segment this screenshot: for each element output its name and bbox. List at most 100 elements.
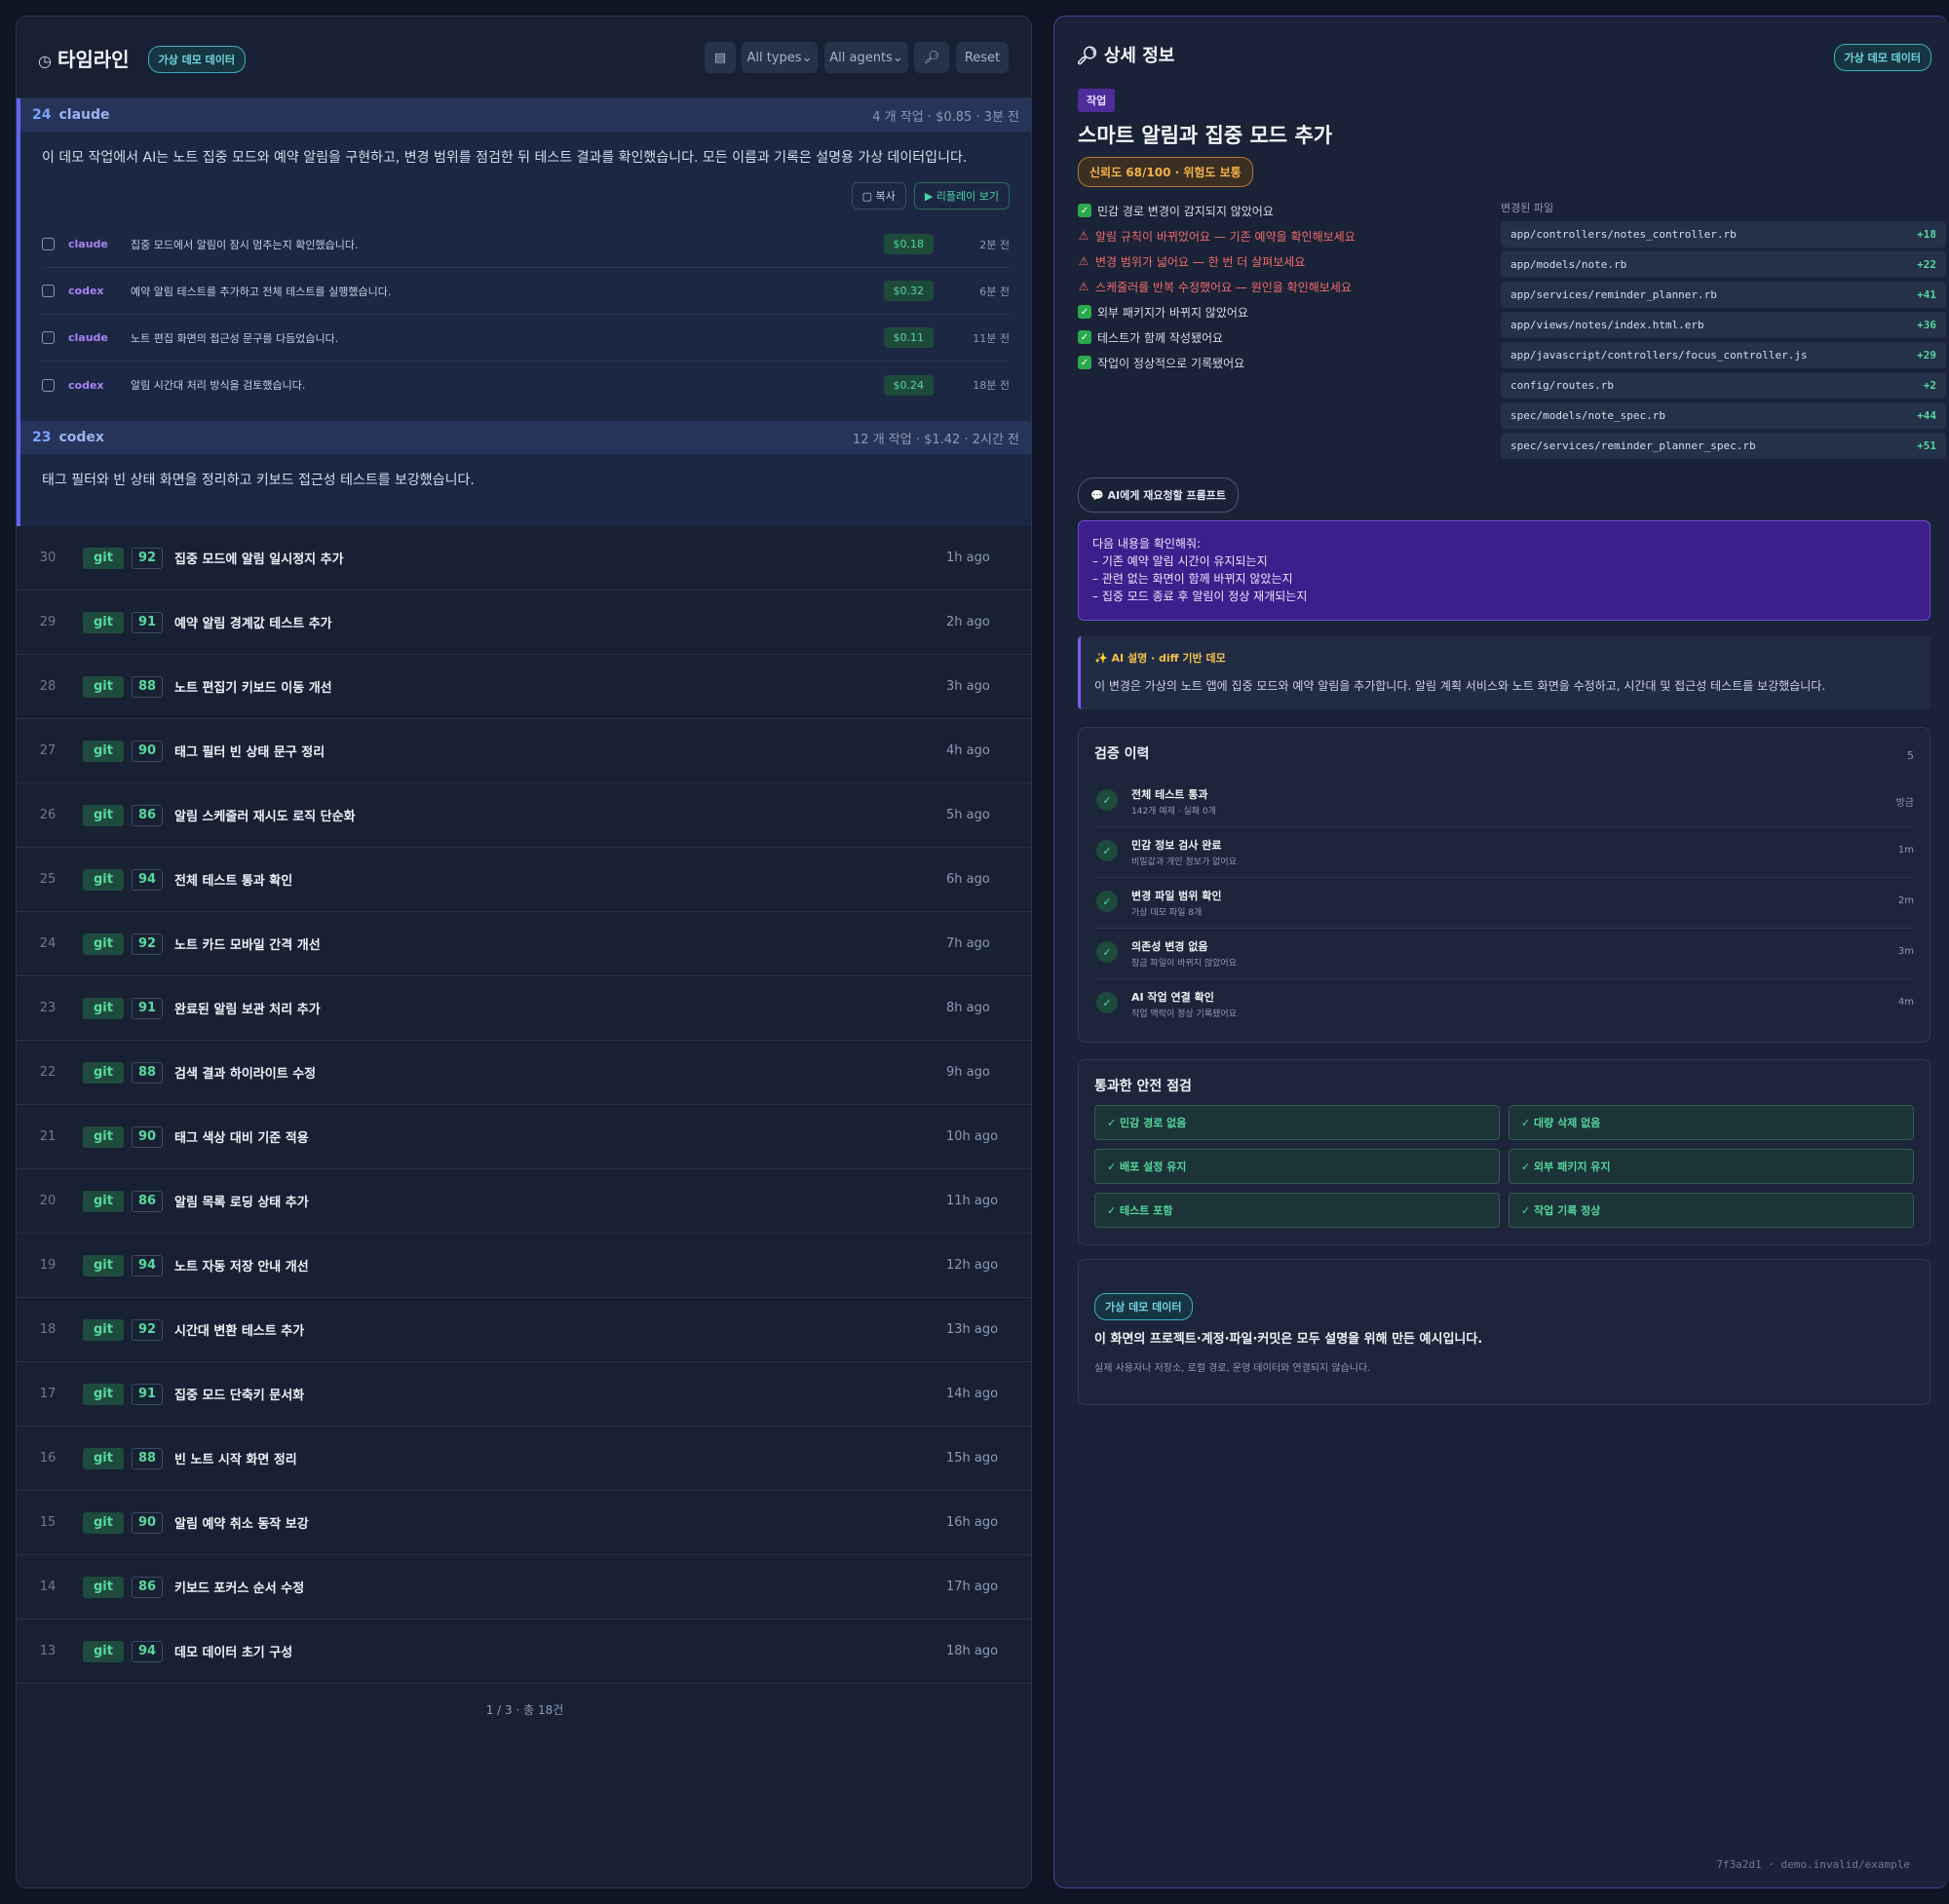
commit-row[interactable]: 26 git 86 알림 스케줄러 재시도 로직 단순화 5h ago [17, 783, 1031, 848]
session-card[interactable]: 24 claude 4 개 작업 · $0.85 · 3분 전 이 데모 작업에서… [17, 98, 1031, 421]
magnifier-icon: 🔎︎ [923, 50, 940, 65]
changed-file-row[interactable]: app/services/reminder_planner.rb +41 [1501, 282, 1946, 308]
session-number: 23 [32, 430, 52, 445]
commit-row[interactable]: 14 git 86 키보드 포커스 순서 수정 17h ago [17, 1555, 1031, 1619]
commit-row[interactable]: 30 git 92 집중 모드에 알림 일시정지 추가 1h ago [17, 526, 1031, 590]
risk-check-text: 테스트가 함께 작성됐어요 [1097, 330, 1224, 345]
source-badge: git [83, 547, 124, 569]
commit-row[interactable]: 29 git 91 예약 알림 경계값 테스트 추가 2h ago [17, 590, 1031, 655]
agent-filter-select[interactable]: All agents⌄ [824, 42, 908, 73]
commit-row[interactable]: 21 git 90 태그 색상 대비 기준 적용 10h ago [17, 1105, 1031, 1169]
score-badge: 92 [132, 1318, 163, 1341]
commit-row[interactable]: 25 git 94 전체 테스트 통과 확인 6h ago [17, 848, 1031, 912]
task-checkbox[interactable] [42, 331, 55, 344]
commit-row[interactable]: 19 git 94 노트 자동 저장 안내 개선 12h ago [17, 1234, 1031, 1298]
session-agent: codex [58, 430, 104, 445]
task-checkbox[interactable] [42, 285, 55, 297]
commit-row[interactable]: 17 git 91 집중 모드 단축키 문서화 14h ago [17, 1362, 1031, 1427]
task-row[interactable]: codex 예약 알림 테스트를 추가하고 전체 테스트를 실행했습니다. $0… [42, 268, 1010, 315]
commit-row[interactable]: 18 git 92 시간대 변환 테스트 추가 13h ago [17, 1298, 1031, 1362]
verification-count: 5 [1907, 749, 1914, 762]
verification-time: 3m [1897, 946, 1914, 957]
changed-file-row[interactable]: config/routes.rb +2 [1501, 372, 1946, 399]
commit-number: 17 [39, 1387, 57, 1401]
commit-number: 26 [39, 808, 57, 822]
score-badge: 94 [132, 1640, 163, 1662]
session-header: 24 claude 4 개 작업 · $0.85 · 3분 전 [20, 98, 1031, 132]
commit-time: 9h ago [946, 1065, 990, 1080]
source-badge: git [83, 1447, 124, 1469]
commit-title: 시간대 변환 테스트 추가 [174, 1324, 305, 1339]
file-path: app/views/notes/index.html.erb [1510, 319, 1704, 331]
commit-list: 30 git 92 집중 모드에 알림 일시정지 추가 1h ago 29 git 91 예약 … [17, 526, 1031, 1684]
commit-row[interactable]: 15 git 90 알림 예약 취소 동작 보강 16h ago [17, 1491, 1031, 1555]
risk-check-item: ⚠ 변경 범위가 넓어요 — 한 번 더 살펴보세요 [1078, 248, 1487, 274]
commit-number: 13 [39, 1644, 57, 1658]
score-badge: 86 [132, 804, 163, 826]
reset-button[interactable]: Reset [956, 42, 1009, 73]
verification-title: 검증 이력 [1094, 746, 1150, 762]
changed-files-label: 변경된 파일 [1501, 202, 1554, 214]
verification-sub: 비밀값과 개인 정보가 없어요 [1131, 857, 1237, 867]
task-row[interactable]: claude 노트 편집 화면의 접근성 문구를 다듬었습니다. $0.11 1… [42, 315, 1010, 362]
session-description: 태그 필터와 빈 상태 화면을 정리하고 키보드 접근성 테스트를 보강했습니다… [42, 473, 475, 488]
commit-time: 2h ago [946, 615, 990, 629]
changed-file-row[interactable]: spec/services/reminder_planner_spec.rb +5… [1501, 433, 1946, 459]
verification-row: ✓ 민감 정보 검사 완료 비밀값과 개인 정보가 없어요 1m [1094, 827, 1914, 878]
score-badge: 94 [132, 868, 163, 891]
changed-file-row[interactable]: app/javascript/controllers/focus_control… [1501, 342, 1946, 368]
session-description: 이 데모 작업에서 AI는 노트 집중 모드와 예약 알림을 구현하고, 변경 … [42, 150, 968, 166]
replay-button[interactable]: ▶ 리플레이 보기 [913, 182, 1010, 209]
commit-row[interactable]: 27 git 90 태그 필터 빈 상태 문구 정리 4h ago [17, 719, 1031, 783]
commit-time: 6h ago [946, 872, 990, 887]
score-badge: 88 [132, 1061, 163, 1084]
check-icon: ✓ [1078, 305, 1091, 319]
pagination[interactable]: 1 / 3 · 총 18건 [17, 1701, 1031, 1718]
task-checkbox[interactable] [42, 238, 55, 250]
commit-number: 16 [39, 1451, 57, 1466]
changed-file-row[interactable]: app/views/notes/index.html.erb +36 [1501, 312, 1946, 338]
work-tag: 작업 [1078, 89, 1116, 112]
commit-number: 23 [39, 1001, 57, 1015]
check-circle-icon: ✓ [1096, 840, 1118, 861]
list-view-button[interactable]: ▤ [705, 42, 736, 73]
commit-row[interactable]: 22 git 88 검색 결과 하이라이트 수정 9h ago [17, 1041, 1031, 1105]
task-agent: codex [68, 378, 104, 392]
commit-title: 데모 데이터 초기 구성 [174, 1646, 293, 1660]
score-badge: 86 [132, 1576, 163, 1598]
list-icon: ▤ [713, 50, 727, 65]
commit-row[interactable]: 24 git 92 노트 카드 모바일 간격 개선 7h ago [17, 912, 1031, 976]
type-filter-select[interactable]: All types⌄ [742, 42, 818, 73]
changed-file-row[interactable]: spec/models/note_spec.rb +44 [1501, 402, 1946, 429]
session-card[interactable]: 23 codex 12 개 작업 · $1.42 · 2시간 전 태그 필터와 빈… [17, 421, 1031, 526]
commit-row[interactable]: 23 git 91 완료된 알림 보관 처리 추가 8h ago [17, 976, 1031, 1041]
session-meta: 12 개 작업 · $1.42 · 2시간 전 [853, 432, 1019, 447]
task-row[interactable]: codex 알림 시간대 처리 방식을 검토했습니다. $0.24 18분 전 [42, 362, 1010, 408]
risk-check-text: 외부 패키지가 바뀌지 않았어요 [1097, 305, 1248, 320]
commit-number: 18 [39, 1322, 57, 1337]
reprompt-text[interactable]: 다음 내용을 확인해줘: – 기존 예약 알림 시간이 유지되는지 – 관련 없는 … [1078, 520, 1930, 621]
copy-button[interactable]: ▢ 복사 [851, 182, 906, 209]
source-badge: git [83, 675, 124, 698]
task-checkbox[interactable] [42, 378, 55, 392]
changed-file-row[interactable]: app/controllers/notes_controller.rb +18 [1501, 221, 1946, 248]
commit-row[interactable]: 20 git 86 알림 목록 로딩 상태 추가 11h ago [17, 1169, 1031, 1234]
commit-row[interactable]: 16 git 88 빈 노트 시작 화면 정리 15h ago [17, 1427, 1031, 1491]
commit-time: 4h ago [946, 743, 990, 758]
risk-check-item: ✓ 테스트가 함께 작성됐어요 [1078, 324, 1487, 350]
risk-check-list: ✓ 민감 경로 변경이 감지되지 않았어요 ⚠ 알림 규칙이 바뀌었어요 — 기존 예… [1078, 198, 1487, 375]
detail-panel: 🔎︎ 상세 정보 가상 데모 데이터 작업 스마트 알림과 집중 모드 추가 신뢰… [1053, 16, 1949, 1888]
task-agent: claude [68, 238, 108, 250]
search-button[interactable]: 🔎︎ [914, 42, 949, 73]
commit-number: 24 [39, 936, 57, 951]
commit-title: 태그 색상 대비 기준 적용 [174, 1131, 309, 1146]
reprompt-button[interactable]: 💬 AI에게 재요청할 프롬프트 [1078, 477, 1239, 513]
commit-title: 노트 카드 모바일 간격 개선 [174, 938, 321, 953]
commit-row[interactable]: 28 git 88 노트 편집기 키보드 이동 개선 3h ago [17, 655, 1031, 719]
check-icon: ✓ [1078, 330, 1091, 344]
file-additions: +18 [1917, 228, 1936, 241]
commit-title: 집중 모드에 알림 일시정지 추가 [174, 552, 344, 567]
task-row[interactable]: claude 집중 모드에서 알림이 잠시 멈추는지 확인했습니다. $0.18… [42, 221, 1010, 268]
commit-row[interactable]: 13 git 94 데모 데이터 초기 구성 18h ago [17, 1619, 1031, 1684]
changed-file-row[interactable]: app/models/note.rb +22 [1501, 251, 1946, 278]
